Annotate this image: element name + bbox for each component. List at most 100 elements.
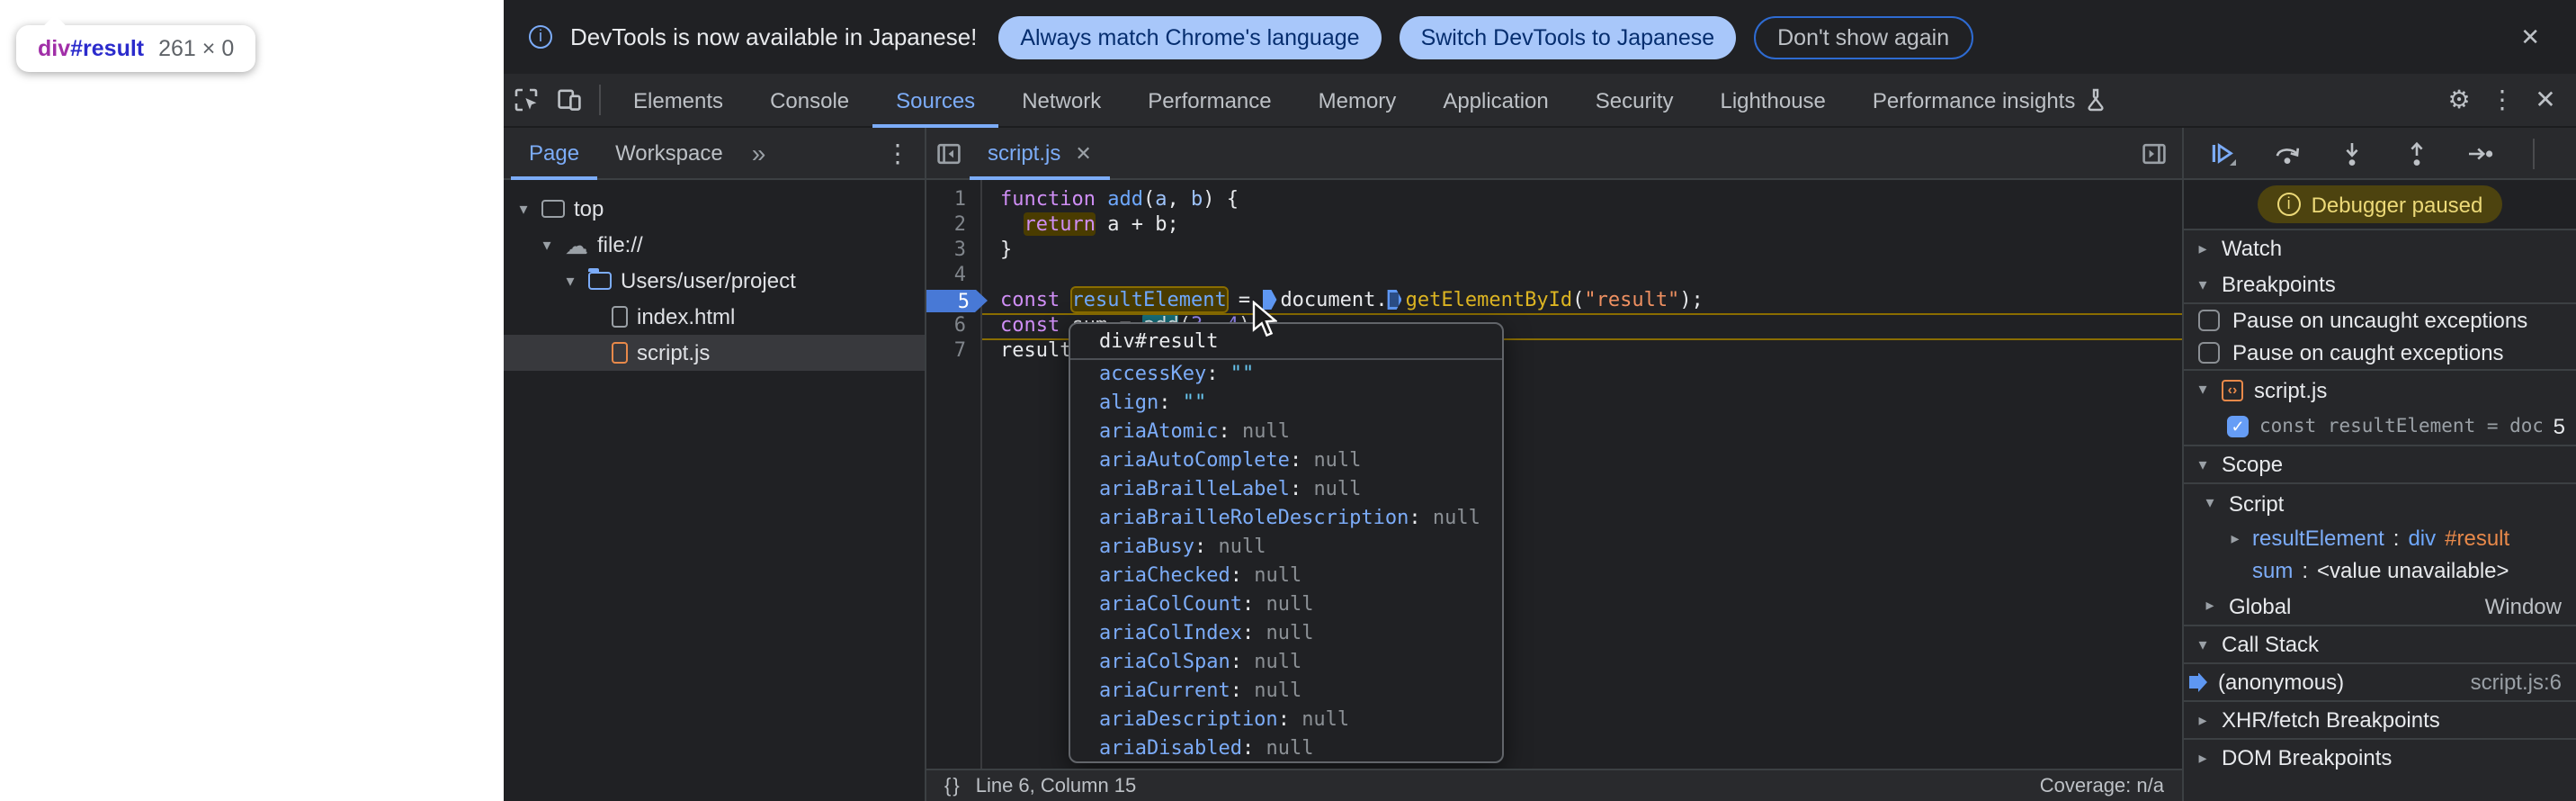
popup-prop-row[interactable]: ariaColIndex: null — [1070, 619, 1502, 648]
popup-prop-row[interactable]: ariaColSpan: null — [1070, 648, 1502, 677]
popup-prop-row[interactable]: ariaColCount: null — [1070, 590, 1502, 619]
inspect-element-icon[interactable] — [505, 80, 545, 120]
gutter-line-number[interactable]: 6 — [926, 313, 980, 338]
tab-lighthouse[interactable]: Lighthouse — [1696, 73, 1848, 127]
popup-prop-row[interactable]: ariaAutoComplete: null — [1070, 446, 1502, 475]
tooltip-element-selector: div#result — [38, 36, 144, 61]
tab-memory[interactable]: Memory — [1295, 73, 1420, 127]
resume-icon[interactable] — [2202, 133, 2241, 173]
popup-prop-row[interactable]: align: "" — [1070, 389, 1502, 418]
gear-icon[interactable]: ⚙ — [2439, 80, 2479, 120]
checkbox[interactable] — [2198, 342, 2220, 364]
infobar-close-icon[interactable]: ✕ — [2509, 19, 2551, 55]
gutter-line-number[interactable]: 7 — [926, 338, 980, 364]
popup-prop-row[interactable]: ariaBrailleLabel: null — [1070, 475, 1502, 504]
tree-item-index-html[interactable]: index.html — [504, 299, 925, 335]
section-dom-breakpoints[interactable]: ▸DOM Breakpoints — [2184, 738, 2576, 776]
disclosure-icon[interactable]: ▸ — [2227, 528, 2243, 548]
popup-prop-row[interactable]: accessKey: "" — [1070, 360, 1502, 389]
popup-prop-row[interactable]: ariaCurrent: null — [1070, 677, 1502, 706]
editor-tab-scriptjs[interactable]: script.js ✕ — [970, 128, 1110, 179]
tree-expander-icon[interactable]: ▾ — [514, 199, 532, 219]
popup-prop-row[interactable]: ariaChecked: null — [1070, 562, 1502, 590]
devtools-close-icon[interactable]: ✕ — [2526, 80, 2565, 120]
disclosure-icon: ▾ — [2202, 493, 2218, 513]
gutter-line-number[interactable]: 4 — [926, 263, 980, 288]
coverage-label[interactable]: Coverage: n/a — [2040, 775, 2164, 796]
section-call-stack[interactable]: ▾Call Stack — [2184, 626, 2576, 664]
file-tree: ▾top▾☁file://▾Users/user/project index.ht… — [504, 180, 925, 371]
code-line[interactable]: 5const resultElement = document.getEleme… — [926, 288, 2182, 313]
device-toolbar-icon[interactable] — [549, 80, 588, 120]
braces-icon[interactable]: {} — [944, 775, 962, 796]
section-watch[interactable]: ▸Watch — [2184, 229, 2576, 266]
kebab-menu-icon[interactable]: ⋮ — [2482, 80, 2522, 120]
scope-variable-sum[interactable]: sum: <value unavailable> — [2184, 554, 2576, 587]
step-into-icon[interactable] — [2331, 133, 2371, 173]
overflow-chevron-icon[interactable]: » — [741, 139, 775, 167]
kebab-menu-icon[interactable]: ⋮ — [885, 133, 925, 173]
section-global[interactable]: ▸GlobalWindow — [2184, 587, 2576, 625]
breakpoint-group-script-js[interactable]: ▾‹›script.js — [2184, 371, 2576, 409]
tab-workspace[interactable]: Workspace — [597, 127, 741, 179]
gutter-line-number[interactable]: 1 — [926, 187, 980, 212]
section-script[interactable]: ▾Script — [2184, 484, 2576, 522]
step-over-icon[interactable] — [2267, 133, 2306, 173]
editor-tabbar: script.js ✕ — [926, 128, 2182, 180]
code-line[interactable]: 2 return a + b; — [926, 212, 2182, 238]
tab-security[interactable]: Security — [1572, 73, 1697, 127]
scope-variable-resultelement[interactable]: ▸resultElement: div#result — [2184, 522, 2576, 554]
cursor-position-label: Line 6, Column 15 — [976, 775, 1137, 796]
code-line[interactable]: 3} — [926, 238, 2182, 263]
section-scope[interactable]: ▾Scope — [2184, 446, 2576, 484]
code-line[interactable]: 1function add(a, b) { — [926, 187, 2182, 212]
switch-devtools-to-japanese-button[interactable]: Switch DevTools to Japanese — [1400, 15, 1737, 58]
tab-page[interactable]: Page — [511, 127, 597, 179]
tree-expander-icon[interactable]: ▾ — [561, 271, 579, 291]
tab-label: Application — [1443, 87, 1548, 112]
gutter-line-number[interactable]: 2 — [926, 212, 980, 238]
step-out-icon[interactable] — [2396, 133, 2436, 173]
checkbox[interactable] — [2198, 310, 2220, 331]
prop-name: ariaColIndex — [1099, 621, 1242, 644]
prop-value: null — [1266, 736, 1313, 760]
don-t-show-again-button[interactable]: Don't show again — [1754, 15, 1972, 58]
tree-item-users-user-project[interactable]: ▾Users/user/project — [504, 263, 925, 299]
popup-prop-row[interactable]: ariaAtomic: null — [1070, 418, 1502, 446]
code-line[interactable]: 4 — [926, 263, 2182, 288]
tab-label: Lighthouse — [1720, 87, 1825, 112]
call-stack-frame[interactable]: (anonymous)script.js:6 — [2184, 664, 2576, 700]
toggle-navigator-icon[interactable] — [928, 133, 968, 173]
popup-prop-row[interactable]: ariaDisabled: null — [1070, 734, 1502, 763]
popup-prop-row[interactable]: ariaDescription: null — [1070, 706, 1502, 734]
tab-console[interactable]: Console — [747, 73, 872, 127]
always-match-chrome-s-language-button[interactable]: Always match Chrome's language — [998, 15, 1381, 58]
checkbox[interactable]: ✓ — [2227, 416, 2249, 437]
editor-tab-close-icon[interactable]: ✕ — [1075, 141, 1091, 165]
tree-item-file[interactable]: ▾☁file:// — [504, 227, 925, 263]
tab-elements[interactable]: Elements — [610, 73, 747, 127]
tree-expander-icon[interactable]: ▾ — [538, 235, 556, 255]
toggle-pause-on-caught-exceptions[interactable]: Pause on caught exceptions — [2184, 337, 2576, 369]
deactivate-breakpoints-icon[interactable] — [2567, 133, 2576, 173]
section-breakpoints[interactable]: ▾Breakpoints — [2184, 266, 2576, 304]
popup-prop-row[interactable]: ariaBusy: null — [1070, 533, 1502, 562]
tree-item-label: index.html — [637, 304, 735, 329]
step-icon[interactable] — [2461, 133, 2500, 173]
breakpoint-item[interactable]: ✓const resultElement = doc⋯5 — [2184, 409, 2576, 445]
section-xhr-fetch-breakpoints[interactable]: ▸XHR/fetch Breakpoints — [2184, 700, 2576, 738]
toggle-pause-on-uncaught-exceptions[interactable]: Pause on uncaught exceptions — [2184, 304, 2576, 337]
toggle-debugger-sidebar-icon[interactable] — [2141, 133, 2180, 173]
gutter-line-number[interactable]: 5 — [926, 288, 980, 313]
popup-prop-row[interactable]: ariaBrailleRoleDescription: null — [1070, 504, 1502, 533]
inline-breakpoint-icon[interactable] — [1388, 290, 1402, 310]
prop-name: ariaColSpan — [1099, 650, 1230, 673]
gutter-line-number[interactable]: 3 — [926, 238, 980, 263]
tree-item-script-js[interactable]: script.js — [504, 335, 925, 371]
tab-network[interactable]: Network — [998, 73, 1124, 127]
tab-sources[interactable]: Sources — [872, 73, 998, 127]
tree-item-top[interactable]: ▾top — [504, 191, 925, 227]
tab-application[interactable]: Application — [1419, 73, 1571, 127]
tab-performance[interactable]: Performance — [1124, 73, 1294, 127]
tab-performance-insights[interactable]: Performance insights — [1849, 73, 2129, 127]
